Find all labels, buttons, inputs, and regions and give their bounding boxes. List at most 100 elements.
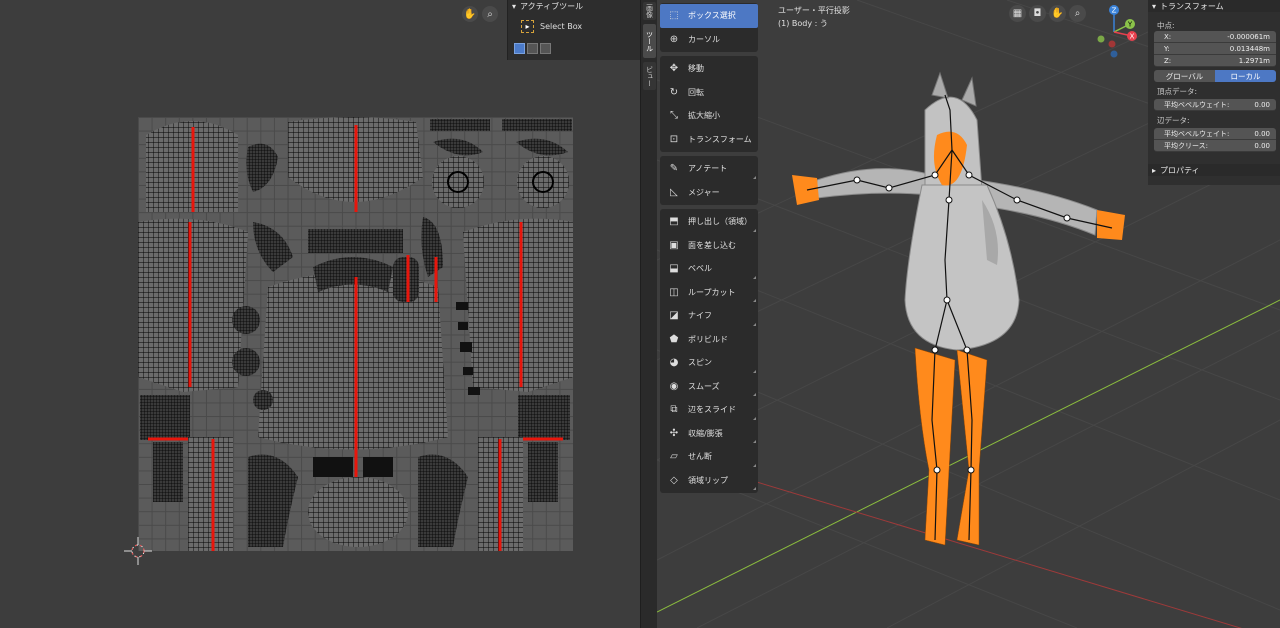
tab-view[interactable]: ビュー [643, 62, 656, 90]
tool-inset[interactable]: ▣ 面を差し込む [660, 234, 758, 258]
uv-island [393, 257, 419, 302]
tool-shrink-fatten[interactable]: ✣ 収縮/膨張 [660, 422, 758, 446]
uv-island [258, 272, 448, 450]
uv-island [248, 454, 298, 547]
tool-label: 面を差し込む [688, 240, 736, 250]
properties-header[interactable]: ▸ プロパティ [1148, 164, 1280, 176]
tool-label: 収縮/膨張 [688, 428, 723, 438]
uv-island [430, 119, 572, 131]
tool-label: ボックス選択 [688, 11, 736, 21]
uv-island [517, 156, 569, 208]
sidebar-n-panel: ▾ トランスフォーム 中点: X: -0.000061m Y: 0.013448m Z… [1148, 0, 1280, 185]
field-value: 0.00 [1254, 100, 1270, 109]
uv-island [463, 218, 573, 392]
tool-rotate[interactable]: ↻ 回転 [660, 81, 758, 105]
tool-loop-cut[interactable]: ◫ ループカット [660, 281, 758, 305]
uv-island [528, 442, 558, 502]
global-button[interactable]: グローバル [1154, 70, 1215, 82]
tool-edge-slide[interactable]: ⧉ 辺をスライド [660, 398, 758, 422]
properties-title: プロパティ [1160, 165, 1200, 175]
poly-build-icon: ⬟ [669, 333, 679, 345]
tool-knife[interactable]: ◪ ナイフ [660, 304, 758, 328]
tool-annotate[interactable]: ✎ アノテート [660, 157, 758, 181]
tool-group-select: ⬚ ボックス選択 ⊕ カーソル [660, 3, 758, 52]
tool-label: カーソル [688, 34, 720, 44]
select-box-label: Select Box [540, 21, 583, 31]
pan-hand-icon[interactable]: ✋ [1049, 5, 1066, 22]
select-box-tool[interactable]: ▸ Select Box [517, 17, 635, 35]
tool-label: 領域リップ [688, 475, 728, 485]
tool-rip-region[interactable]: ◇ 領域リップ [660, 469, 758, 493]
collapse-arrow-icon: ▾ [1152, 1, 1157, 11]
knife-icon: ◪ [669, 310, 679, 322]
edge-data-label: 辺データ: [1157, 115, 1190, 125]
tool-cursor[interactable]: ⊕ カーソル [660, 28, 758, 52]
collapse-arrow-icon[interactable]: ▾ [512, 2, 516, 11]
uv-island [140, 395, 190, 440]
median-y-field[interactable]: Y: 0.013448m [1154, 43, 1276, 55]
mode-new-icon[interactable] [514, 43, 525, 54]
field-label: 平均クリース: [1164, 141, 1209, 150]
mode-subtract-icon[interactable] [540, 43, 551, 54]
character-mesh [792, 71, 1125, 546]
tab-tool[interactable]: ツール [643, 24, 656, 58]
field-label: X: [1164, 32, 1172, 41]
median-x-field[interactable]: X: -0.000061m [1154, 31, 1276, 43]
tool-label: ループカット [688, 287, 736, 297]
camera-icon[interactable]: ◘ [1029, 5, 1046, 22]
uv-islands[interactable] [138, 117, 573, 551]
field-label: 平均ベベルウェイト: [1164, 129, 1230, 138]
uv-island [421, 217, 443, 277]
tool-smooth[interactable]: ◉ スムーズ [660, 375, 758, 399]
uv-island [518, 395, 570, 440]
field-value: 0.00 [1254, 141, 1270, 150]
zoom-magnifier-icon[interactable]: ⌕ [1069, 5, 1086, 22]
uv-island [232, 348, 260, 376]
uv-island [153, 442, 183, 502]
side-tab-bar: 画像 ツール ビュー [640, 0, 657, 628]
tool-bevel[interactable]: ⬓ ベベル [660, 257, 758, 281]
tool-label: 辺をスライド [688, 405, 736, 415]
tool-label: メジャー [688, 187, 720, 197]
field-label: 平均ベベルウェイト: [1164, 100, 1230, 109]
navigation-gizmo[interactable]: Z Y X [1090, 2, 1142, 62]
tool-select-box[interactable]: ⬚ ボックス選択 [660, 4, 758, 28]
tool-label: 回転 [688, 87, 704, 97]
y-axis-line [716, 469, 1242, 628]
axis-z-label: Z [1112, 7, 1117, 15]
axis-x-label: X [1130, 33, 1135, 41]
tool-scale[interactable]: ⤡ 拡大縮小 [660, 104, 758, 128]
select-box-icon: ⬚ [669, 10, 679, 22]
move-icon: ✥ [669, 63, 679, 75]
edge-crease-field[interactable]: 平均クリース: 0.00 [1154, 140, 1276, 152]
tool-extrude[interactable]: ⬒ 押し出し（領域） [660, 210, 758, 234]
edge-bevel-weight-field[interactable]: 平均ベベルウェイト: 0.00 [1154, 128, 1276, 140]
active-tool-panel: ▾ アクティブツール ▸ Select Box [507, 0, 640, 60]
transform-header[interactable]: ▾ トランスフォーム [1148, 0, 1280, 12]
median-z-field[interactable]: Z: 1.2971m [1154, 55, 1276, 67]
tool-spin[interactable]: ◕ スピン [660, 351, 758, 375]
tab-image[interactable]: 画像 [643, 2, 656, 20]
mode-extend-icon[interactable] [527, 43, 538, 54]
local-button[interactable]: ローカル [1215, 70, 1276, 82]
tool-transform[interactable]: ⊡ トランスフォーム [660, 128, 758, 152]
uv-island [253, 222, 293, 272]
tool-label: せん断 [688, 452, 712, 462]
axis-y-label: Y [1127, 21, 1133, 29]
tool-measure[interactable]: ◺ メジャー [660, 181, 758, 205]
pan-hand-icon[interactable]: ✋ [462, 6, 478, 22]
grid-view-icon[interactable]: ▦ [1009, 5, 1026, 22]
tool-shelf: ⬚ ボックス選択 ⊕ カーソル ✥ 移動 ↻ 回転 ⤡ 拡大縮小 ⊡ トランスフォーム ✎ ア… [660, 3, 758, 497]
tool-label: ポリビルド [688, 334, 728, 344]
vertex-data-label: 頂点データ: [1157, 86, 1198, 96]
field-value: 0.013448m [1229, 44, 1270, 53]
selection-mode-group [514, 43, 551, 54]
tool-shear[interactable]: ▱ せん断 [660, 445, 758, 469]
tool-poly-build[interactable]: ⬟ ポリビルド [660, 328, 758, 352]
edge-slide-icon: ⧉ [670, 404, 678, 416]
vertex-bevel-weight-field[interactable]: 平均ベベルウェイト: 0.00 [1154, 99, 1276, 111]
tool-move[interactable]: ✥ 移動 [660, 57, 758, 81]
uv-2d-cursor[interactable] [124, 537, 152, 565]
transform-title: トランスフォーム [1160, 1, 1224, 11]
zoom-magnifier-icon[interactable]: ⌕ [482, 6, 498, 22]
